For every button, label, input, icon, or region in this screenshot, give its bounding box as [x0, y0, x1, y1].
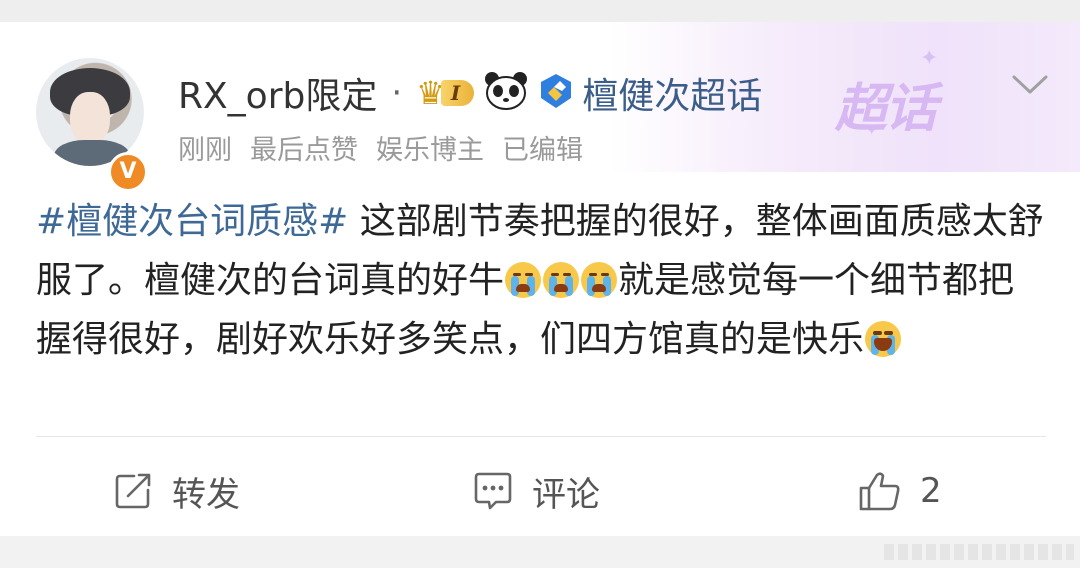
panda-icon — [484, 71, 528, 115]
like-button[interactable]: 2 — [858, 466, 942, 516]
hashtag-link[interactable]: #檀健次台词质感# — [36, 201, 348, 242]
crying-emoji-icon — [581, 262, 618, 298]
comment-button[interactable]: 评论 — [472, 466, 600, 516]
divider — [36, 436, 1046, 437]
author-row: RX_orb限定 · ♛ I 檀健次超话 — [178, 68, 762, 118]
post-meta: 刚刚 最后点赞 娱乐博主 已编辑 — [178, 128, 601, 167]
supertopic-banner-text: 超话 — [835, 79, 937, 139]
share-icon — [115, 473, 151, 509]
watermark — [884, 544, 1074, 560]
supertopic-link[interactable]: 檀健次超话 — [582, 67, 762, 119]
post-content: #檀健次台词质感# 这部剧节奏把握的很好，整体画面质感太舒服了。檀健次的台词真的… — [36, 192, 1046, 369]
top-gap — [0, 0, 1080, 22]
repost-label: 转发 — [172, 474, 240, 515]
weibo-post-card[interactable]: ✦ ✦ 超话 V RX_orb限定 · ♛ I 檀健次超话 刚刚 最后点赞 娱乐… — [0, 22, 1080, 536]
verified-badge: V — [108, 152, 148, 192]
fan-rank-label: I — [440, 80, 475, 106]
comment-icon — [474, 472, 512, 510]
post-time: 刚刚 — [178, 135, 232, 166]
supertopic-icon — [536, 71, 576, 115]
laughing-crying-emoji-icon — [865, 321, 902, 357]
thumbs-up-icon — [859, 472, 900, 511]
repost-button[interactable]: 转发 — [112, 466, 240, 516]
author-category: 娱乐博主 — [376, 135, 484, 166]
fan-rank-badge[interactable]: ♛ I — [416, 77, 475, 109]
crying-emoji-icon — [543, 262, 580, 298]
edited-label[interactable]: 已编辑 — [502, 135, 583, 166]
like-count: 2 — [920, 471, 942, 511]
chevron-down-icon[interactable] — [1010, 72, 1050, 98]
username[interactable]: RX_orb限定 — [178, 67, 377, 119]
separator-dot: · — [391, 73, 403, 113]
last-liked-label: 最后点赞 — [250, 135, 358, 166]
comment-label: 评论 — [532, 474, 600, 515]
avatar[interactable] — [36, 58, 144, 166]
crying-emoji-icon — [505, 262, 542, 298]
